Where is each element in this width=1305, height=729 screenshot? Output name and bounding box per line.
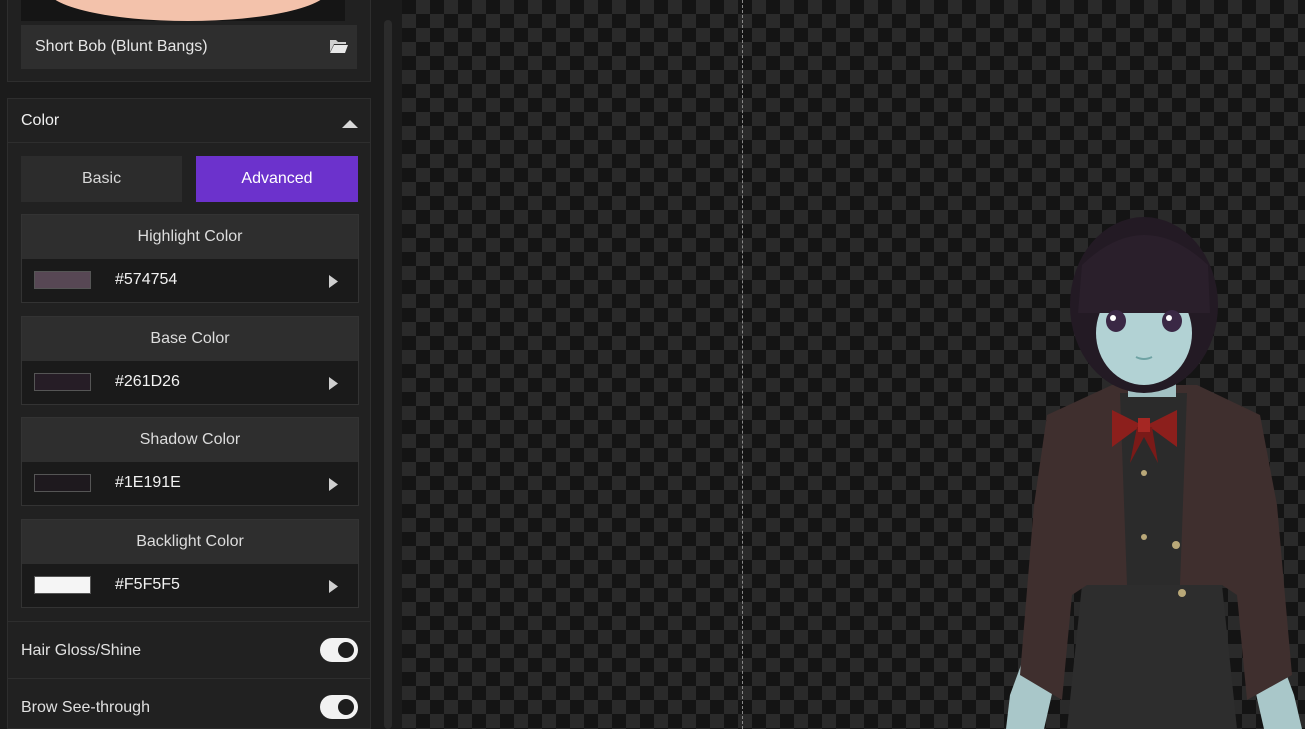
avatar-viewport[interactable]	[402, 0, 1305, 729]
chevron-up-icon[interactable]	[342, 118, 358, 128]
color-section-header[interactable]: Color	[8, 99, 370, 143]
left-panel: Short Bob (Blunt Bangs) Color Basic Adva…	[0, 0, 402, 729]
hair-gloss-label: Hair Gloss/Shine	[21, 642, 142, 659]
brow-see-through-label: Brow See-through	[21, 699, 150, 716]
color-block-title: Shadow Color	[22, 418, 358, 462]
hair-gloss-toggle[interactable]	[320, 638, 358, 662]
base-color-block: Base Color #261D26	[21, 316, 359, 405]
color-swatch[interactable]	[34, 576, 91, 594]
brow-see-through-row: Brow See-through	[8, 678, 370, 729]
hair-preview-thumbnail[interactable]	[21, 0, 345, 21]
brow-see-through-toggle[interactable]	[320, 695, 358, 719]
avatar-model[interactable]	[1002, 215, 1305, 729]
chevron-right-icon[interactable]	[329, 478, 338, 491]
chevron-right-icon[interactable]	[329, 580, 338, 593]
backlight-color-block: Backlight Color #F5F5F5	[21, 519, 359, 608]
color-section: Color Basic Advanced Highlight Color #57…	[7, 98, 371, 729]
tab-advanced[interactable]: Advanced	[196, 156, 358, 202]
backlight-color-picker[interactable]: #F5F5F5	[22, 564, 358, 607]
hair-style-selector[interactable]: Short Bob (Blunt Bangs)	[21, 25, 357, 69]
base-color-picker[interactable]: #261D26	[22, 361, 358, 404]
chevron-right-icon[interactable]	[329, 275, 338, 288]
color-hex-value: #F5F5F5	[115, 576, 180, 593]
shadow-color-block: Shadow Color #1E191E	[21, 417, 359, 506]
color-block-title: Backlight Color	[22, 520, 358, 564]
hair-style-section: Short Bob (Blunt Bangs)	[7, 0, 371, 82]
color-section-title: Color	[21, 112, 60, 129]
toggle-knob	[338, 642, 354, 658]
color-hex-value: #574754	[115, 271, 178, 288]
color-swatch[interactable]	[34, 373, 91, 391]
avatar-face-preview	[47, 0, 329, 21]
folder-open-icon[interactable]	[329, 38, 349, 54]
color-hex-value: #1E191E	[115, 474, 181, 491]
center-guide-line	[742, 0, 743, 729]
highlight-color-block: Highlight Color #574754	[21, 214, 359, 303]
highlight-color-picker[interactable]: #574754	[22, 259, 358, 302]
hair-gloss-row: Hair Gloss/Shine	[8, 621, 370, 678]
shadow-color-picker[interactable]: #1E191E	[22, 462, 358, 505]
color-block-title: Base Color	[22, 317, 358, 361]
color-swatch[interactable]	[34, 271, 91, 289]
toggle-knob	[338, 699, 354, 715]
chevron-right-icon[interactable]	[329, 377, 338, 390]
tab-basic[interactable]: Basic	[21, 156, 182, 202]
color-swatch[interactable]	[34, 474, 91, 492]
hair-style-name: Short Bob (Blunt Bangs)	[35, 38, 208, 55]
color-hex-value: #261D26	[115, 373, 180, 390]
color-block-title: Highlight Color	[22, 215, 358, 259]
panel-scrollbar[interactable]	[384, 20, 392, 729]
